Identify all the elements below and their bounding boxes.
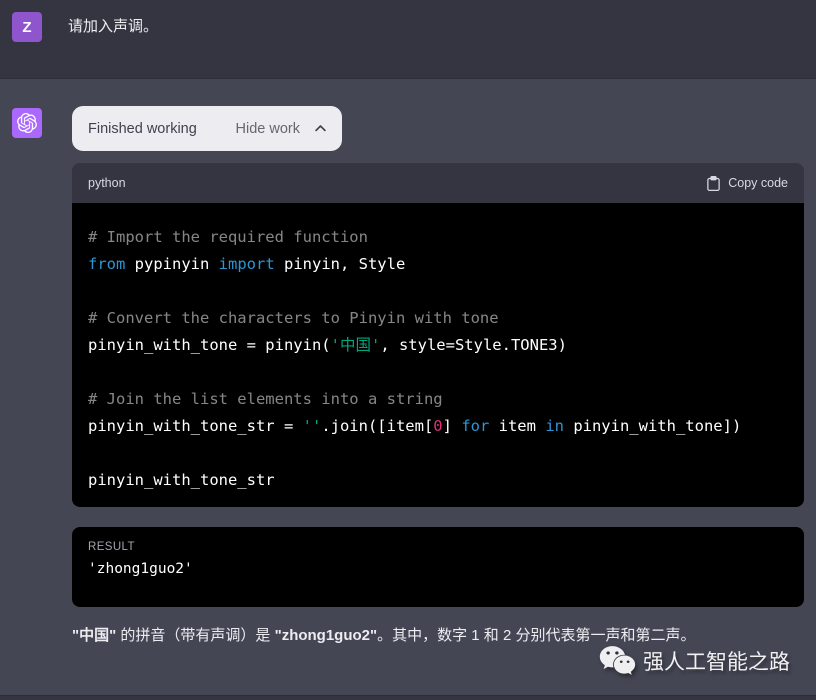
assistant-message-row: Finished working Hide work python Copy c…: [0, 79, 816, 695]
assistant-content: Finished working Hide work python Copy c…: [72, 79, 804, 648]
user-message-row: Z 请加入声调。: [0, 0, 816, 79]
code-line: pinyin_with_tone = pinyin('中国', style=St…: [88, 336, 567, 354]
code-line: # Join the list elements into a string: [88, 390, 443, 408]
wechat-icon: [599, 644, 636, 677]
code-line: # Convert the characters to Pinyin with …: [88, 309, 499, 327]
code-line: # Import the required function: [88, 228, 368, 246]
watermark: 强人工智能之路: [599, 644, 790, 677]
assistant-avatar: [12, 108, 42, 138]
code-block-header: python Copy code: [72, 163, 804, 203]
openai-logo-icon: [17, 113, 37, 133]
result-value: 'zhong1guo2': [88, 561, 193, 577]
code-line: from pypinyin import pinyin, Style: [88, 255, 406, 273]
result-label: RESULT: [88, 541, 135, 553]
hide-work-button[interactable]: Hide work: [236, 121, 300, 137]
clipboard-icon: [706, 175, 721, 192]
watermark-text: 强人工智能之路: [643, 650, 790, 674]
code-line: pinyin_with_tone_str: [88, 471, 275, 489]
code-content: # Import the required function from pypin…: [72, 203, 804, 507]
code-language-label: python: [88, 176, 126, 190]
user-avatar: Z: [12, 12, 42, 42]
copy-code-label: Copy code: [728, 176, 788, 190]
user-message-text: 请加入声调。: [68, 18, 159, 35]
result-block: RESULT 'zhong1guo2': [72, 527, 804, 607]
user-avatar-letter: Z: [22, 18, 32, 36]
chevron-up-icon[interactable]: [313, 121, 328, 136]
next-section-edge: [0, 695, 816, 700]
work-toggle-pill[interactable]: Finished working Hide work: [72, 106, 342, 151]
work-status-label: Finished working: [88, 120, 197, 137]
code-line: pinyin_with_tone_str = ''.join([item[0] …: [88, 417, 742, 435]
copy-code-button[interactable]: Copy code: [706, 175, 788, 192]
code-block: python Copy code # Import the required f…: [72, 163, 804, 507]
